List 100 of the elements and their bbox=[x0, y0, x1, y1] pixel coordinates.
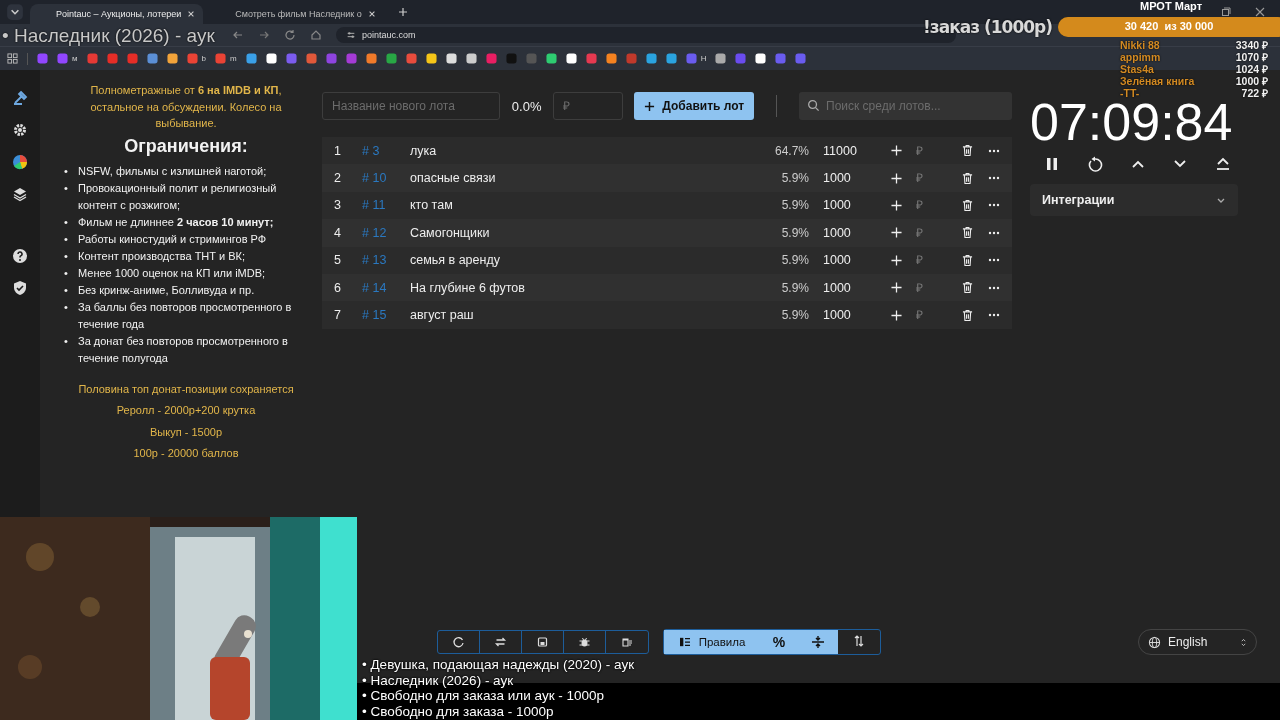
restart-icon[interactable] bbox=[1086, 156, 1103, 172]
rule-item: Провокационный полит и религиозный контент с розжигом; bbox=[78, 180, 278, 213]
goal-text: 30 420 из 30 000 bbox=[1123, 20, 1215, 32]
lot-name-field[interactable]: Название нового лота bbox=[322, 92, 500, 120]
donor-amount: 3340 ₽ bbox=[1235, 39, 1268, 51]
rule-item: За донат без повторов просмотренного в течение полугода bbox=[78, 333, 289, 366]
list-icon[interactable] bbox=[678, 637, 691, 647]
goal-title: МРОТ Март bbox=[1140, 0, 1203, 12]
donor-name: Nikki 88 bbox=[1120, 39, 1160, 51]
row-number: 1 bbox=[333, 143, 342, 158]
more-icon[interactable] bbox=[988, 148, 1000, 153]
lot-name: опасные связи bbox=[410, 171, 497, 186]
trash-icon[interactable] bbox=[962, 198, 973, 212]
bookmark-icon[interactable] bbox=[425, 53, 437, 64]
bookmark-icon[interactable] bbox=[445, 53, 457, 64]
hammer-icon[interactable] bbox=[12, 90, 28, 106]
add-amount-field[interactable]: ₽ bbox=[914, 197, 962, 214]
rule-item: Без кринж-аниме, Болливуда и пр. bbox=[78, 282, 255, 298]
bullet: • bbox=[64, 214, 69, 230]
pie-chart-icon[interactable] bbox=[12, 154, 28, 170]
trash-icon[interactable] bbox=[962, 171, 973, 185]
more-icon[interactable] bbox=[988, 203, 1000, 208]
browser-tab[interactable]: Смотреть фильм Наследник о bbox=[209, 4, 384, 24]
donor-amount: 1024 ₽ bbox=[1235, 63, 1268, 75]
bookmark-icon[interactable] bbox=[755, 53, 767, 64]
add-amount-field[interactable]: ₽ bbox=[914, 252, 962, 269]
browser-tab[interactable]: Pointauc – Аукционы, лотереи bbox=[30, 4, 204, 24]
shield-icon[interactable] bbox=[12, 280, 28, 296]
search-field[interactable]: Поиск среди лотов... bbox=[799, 92, 1012, 120]
add-amount-field[interactable]: ₽ bbox=[914, 170, 962, 187]
row-number: 5 bbox=[333, 253, 342, 268]
bookmark-label[interactable]: m bbox=[229, 54, 237, 63]
bookmark-icon[interactable] bbox=[265, 53, 277, 64]
close-icon[interactable] bbox=[367, 10, 376, 18]
compress-icon[interactable] bbox=[798, 630, 838, 654]
bookmark-label[interactable]: м bbox=[72, 54, 78, 63]
bookmark-icon[interactable] bbox=[545, 53, 557, 64]
bookmark-icon[interactable] bbox=[565, 53, 577, 64]
reload-icon[interactable] bbox=[284, 29, 296, 41]
double-up-icon[interactable] bbox=[1215, 156, 1231, 172]
add-amount-field[interactable]: ₽ bbox=[914, 224, 962, 241]
queue-item: • Наследник (2026) - аук bbox=[362, 672, 514, 688]
lot-amount: 1000 bbox=[822, 171, 852, 186]
rule-item: Контент производства ТНТ и ВК; bbox=[78, 248, 246, 264]
trash-icon[interactable] bbox=[962, 281, 973, 295]
home-icon[interactable] bbox=[310, 29, 322, 41]
more-icon[interactable] bbox=[988, 285, 1000, 290]
add-amount-field[interactable]: ₽ bbox=[914, 279, 962, 296]
more-icon[interactable] bbox=[988, 258, 1000, 263]
donor-name: appimm bbox=[1120, 51, 1161, 63]
close-icon[interactable] bbox=[187, 10, 196, 18]
trash-icon[interactable] bbox=[962, 308, 973, 322]
lot-id: # 11 bbox=[362, 198, 387, 213]
rules-button[interactable]: Правила bbox=[664, 630, 760, 654]
lot-id: # 3 bbox=[362, 143, 381, 158]
lot-name: август раш bbox=[410, 308, 475, 323]
trash-icon[interactable] bbox=[962, 253, 973, 267]
layers-icon[interactable] bbox=[12, 186, 28, 202]
more-icon[interactable] bbox=[988, 176, 1000, 181]
more-icon[interactable] bbox=[988, 230, 1000, 235]
rules-note: Половина топ донат-позиции сохраняется bbox=[77, 381, 295, 397]
lot-id: # 10 bbox=[362, 171, 388, 186]
back-icon[interactable] bbox=[232, 29, 244, 41]
bullet: • bbox=[64, 163, 69, 179]
lot-amount: 1000 bbox=[822, 308, 852, 323]
integrations-panel[interactable]: Интеграции bbox=[1030, 184, 1238, 216]
apps-icon[interactable] bbox=[7, 53, 18, 64]
lot-percent: 5.9% bbox=[780, 280, 809, 295]
amount-field[interactable]: ₽ bbox=[553, 92, 624, 120]
bookmark-label[interactable]: b bbox=[201, 54, 206, 63]
bookmark-label[interactable]: Н bbox=[700, 54, 707, 63]
pause-icon[interactable] bbox=[1044, 156, 1060, 172]
add-amount-field[interactable]: ₽ bbox=[914, 307, 962, 324]
settings-icon[interactable] bbox=[12, 122, 28, 138]
lot-id: # 12 bbox=[362, 225, 388, 240]
rules-intro: Полнометражные от 6 на IMDB и КП, остальное на обсуждении. Колесо на выбывание. bbox=[89, 83, 283, 131]
add-amount-field[interactable]: ₽ bbox=[914, 142, 962, 159]
close-icon[interactable] bbox=[1255, 7, 1265, 17]
site-settings-icon[interactable] bbox=[346, 30, 356, 40]
trash-icon[interactable] bbox=[962, 226, 973, 240]
help-icon[interactable] bbox=[12, 248, 28, 264]
percent-text: 0.0% bbox=[511, 98, 542, 114]
restore-icon[interactable] bbox=[1221, 7, 1231, 17]
new-tab-icon[interactable] bbox=[397, 7, 408, 17]
lot-amount: 1000 bbox=[822, 280, 852, 295]
percent-button[interactable]: % bbox=[760, 630, 798, 654]
more-icon[interactable] bbox=[988, 313, 1000, 318]
tab-list-icon[interactable] bbox=[6, 3, 24, 21]
bookmark-icon[interactable] bbox=[166, 53, 178, 64]
forward-icon[interactable] bbox=[258, 29, 270, 41]
trash-icon[interactable] bbox=[962, 144, 973, 158]
queue-item: • Свободно для заказа - 1000р bbox=[362, 703, 554, 719]
up-down-icon[interactable] bbox=[1240, 636, 1247, 648]
bookmark-icon[interactable] bbox=[465, 53, 477, 64]
lot-name: кто там bbox=[410, 198, 454, 213]
add-lot-button[interactable]: Добавить лот bbox=[634, 92, 754, 120]
rules-note: Реролл - 2000р+200 крутка bbox=[115, 403, 257, 418]
globe-icon[interactable] bbox=[1148, 635, 1161, 649]
bookmark-icon[interactable] bbox=[715, 53, 727, 64]
plus-icon[interactable] bbox=[644, 100, 656, 112]
